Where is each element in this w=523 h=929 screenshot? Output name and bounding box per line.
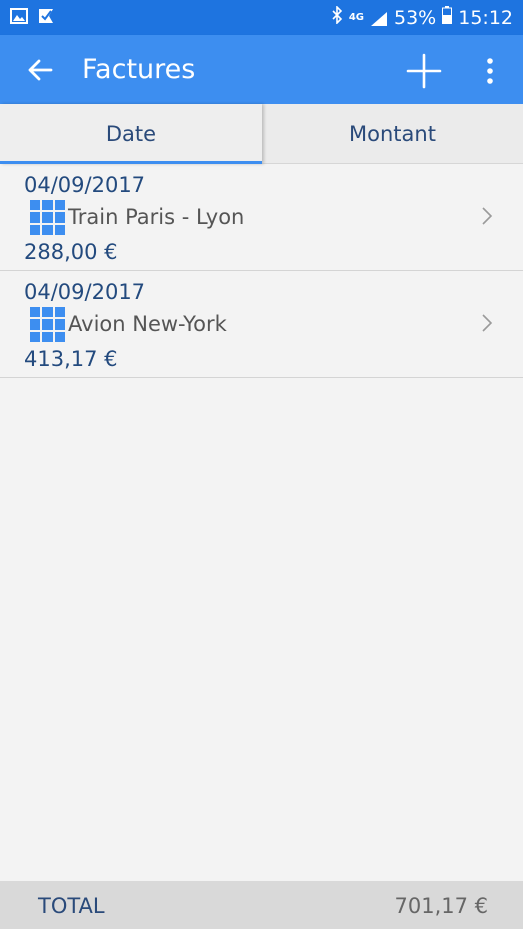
tab-montant[interactable]: Montant (262, 104, 523, 164)
list-item[interactable]: 04/09/2017 Train Paris - Lyon 288,00 € (0, 164, 523, 271)
invoice-list: 04/09/2017 Train Paris - Lyon 288,00 € 0… (0, 164, 523, 378)
add-invoice-button[interactable] (402, 49, 446, 93)
overflow-menu-button[interactable] (476, 51, 504, 91)
invoice-name: Avion New-York (68, 312, 227, 336)
signal-icon (370, 10, 388, 26)
plus-icon (406, 53, 442, 89)
battery-icon (442, 6, 453, 29)
network-type: 4G (348, 12, 364, 23)
invoice-amount: 288,00 € (24, 240, 118, 264)
tab-date[interactable]: Date (0, 104, 262, 164)
sort-tabs: Montant Date (0, 104, 523, 164)
chevron-right-icon (482, 207, 493, 225)
list-item[interactable]: 04/09/2017 Avion New-York 413,17 € (0, 271, 523, 378)
check-list-icon (38, 7, 56, 29)
grid-icon (30, 200, 65, 235)
status-bar: 4G 53% 15:12 (0, 0, 523, 35)
invoice-name: Train Paris - Lyon (68, 205, 245, 229)
clock: 15:12 (458, 6, 513, 29)
total-label: TOTAL (38, 894, 105, 918)
invoice-date: 04/09/2017 (24, 280, 146, 304)
image-icon (10, 7, 28, 29)
grid-icon (30, 307, 65, 342)
invoice-amount: 413,17 € (24, 347, 118, 371)
total-value: 701,17 € (394, 894, 488, 918)
battery-percent: 53% (394, 6, 437, 29)
back-button[interactable] (22, 52, 58, 88)
arrow-back-icon (28, 59, 53, 81)
total-bar: TOTAL 701,17 € (0, 881, 523, 929)
more-vert-icon (487, 58, 493, 84)
tab-date-label: Date (105, 122, 157, 146)
page-title: Factures (82, 54, 196, 85)
system-icons: 4G 53% 15:12 (331, 5, 513, 29)
notification-icons (10, 7, 56, 29)
bluetooth-icon (331, 5, 343, 29)
invoice-date: 04/09/2017 (24, 173, 146, 197)
app-bar: Factures (0, 35, 523, 104)
chevron-right-icon (482, 314, 493, 332)
